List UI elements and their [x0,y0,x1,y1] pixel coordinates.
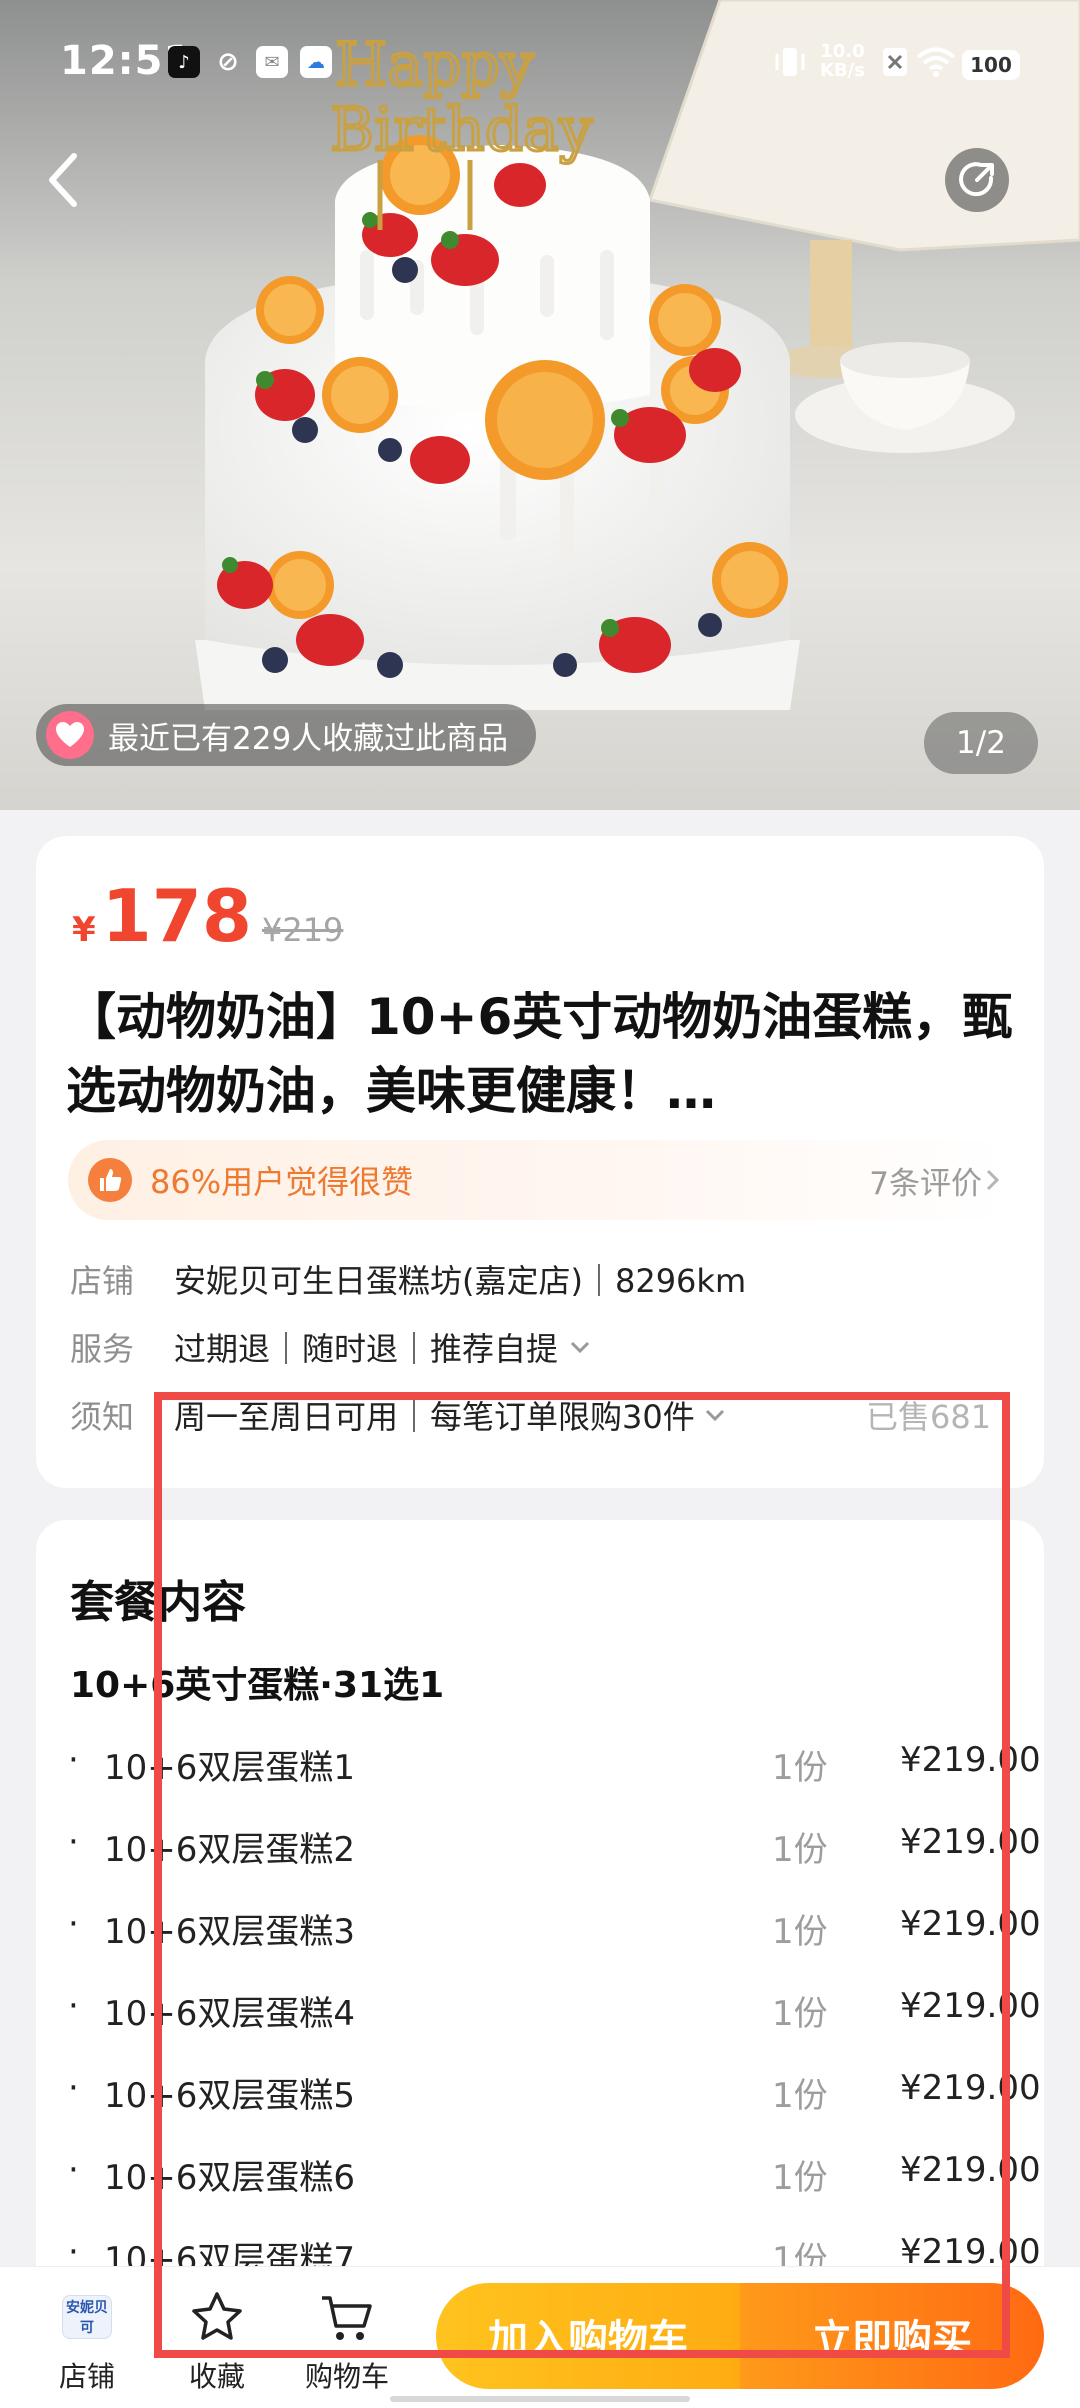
item-name: 10+6双层蛋糕3 [104,1912,356,1952]
cloud-app-icon: ☁ [300,46,332,78]
thumbs-up-icon [88,1158,132,1202]
star-icon [192,2292,242,2340]
chevron-down-icon [705,1409,724,1422]
product-title: 【动物奶油】10+6英寸动物奶油蛋糕，甄选动物奶油，美味更健康！… [66,988,1013,1120]
currency-symbol: ¥ [72,910,96,950]
battery-indicator: 100 [962,50,1020,80]
store-value: 安妮贝可生日蛋糕坊(嘉定店)｜8296km [174,1262,747,1300]
add-to-cart-button[interactable]: 加入购物车 [436,2283,740,2389]
item-name: 10+6双层蛋糕5 [104,2076,356,2116]
bullet: · [68,1740,79,1780]
store-nav-button[interactable]: 安妮贝可 店铺 [32,2285,142,2395]
cart-button[interactable]: 购物车 [292,2285,402,2395]
item-qty: 1份 [772,1912,828,1952]
rating-bar[interactable]: 86%用户觉得很赞 7条评价 [68,1140,1012,1220]
item-qty: 1份 [772,2158,828,2198]
list-item: · 10+6双层蛋糕5 1份 ¥219.00 [68,2068,1044,2124]
item-qty: 1份 [772,1994,828,2034]
store-label: 店铺 [70,1262,135,1300]
heart-icon [46,711,94,759]
item-price: ¥219.00 [900,1904,1041,1944]
tiktok-icon: ♪ [168,46,200,78]
store-row[interactable]: 店铺 安妮贝可生日蛋糕坊(嘉定店)｜8296km [70,1256,746,1302]
reviews-link-label: 7条评价 [869,1165,982,1202]
item-qty: 1份 [772,1830,828,1870]
current-price: 178 [101,874,252,958]
item-name: 10+6双层蛋糕6 [104,2158,356,2198]
bullet: · [68,1822,79,1862]
notice-row[interactable]: 须知 周一至周日可用｜每笔订单限购30件 [70,1392,727,1438]
item-name: 10+6双层蛋糕2 [104,1830,356,1870]
sold-count: 已售681 [866,1398,992,1436]
reviews-link[interactable]: 7条评价 [869,1140,1004,1220]
mail-icon: ✉ [256,46,288,78]
favorite-label: 收藏 [188,2360,245,2393]
list-item: · 10+6双层蛋糕4 1份 ¥219.00 [68,1986,1044,2042]
buy-now-button[interactable]: 立即购买 [740,2283,1044,2389]
chevron-right-icon [986,1169,1000,1191]
home-indicator[interactable] [390,2396,690,2402]
chevron-down-icon [570,1341,590,1354]
original-price: ¥219 [261,911,344,949]
image-page-indicator: 1/2 [924,712,1038,774]
store-nav-label: 店铺 [58,2360,115,2393]
list-item: · 10+6双层蛋糕2 1份 ¥219.00 [68,1822,1044,1878]
network-speed-unit: KB/s [820,60,865,81]
purchase-buttons: 加入购物车 立即购买 [436,2283,1044,2389]
favorite-button[interactable]: 收藏 [162,2285,272,2395]
bullet: · [68,2150,79,2190]
list-item: · 10+6双层蛋糕3 1份 ¥219.00 [68,1904,1044,1960]
item-qty: 1份 [772,2076,828,2116]
service-value: 过期退｜随时退｜推荐自提 [174,1330,559,1368]
network-speed-value: 10.0 [820,41,865,62]
item-price: ¥219.00 [900,2068,1041,2108]
notice-label: 须知 [70,1398,135,1436]
section-title: 套餐内容 [70,1577,246,1628]
item-price: ¥219.00 [900,2150,1041,2190]
share-icon [959,162,994,197]
product-image-carousel[interactable]: Happy Birthday 12:51 ♪ ⊘ ✉ ☁ 10.0 KB/s 1… [0,0,1080,810]
status-bar: 12:51 ♪ ⊘ ✉ ☁ 10.0 KB/s 100 [0,0,1080,130]
vibrate-icon [775,48,805,76]
list-item: · 10+6双层蛋糕6 1份 ¥219.00 [68,2150,1044,2206]
bottom-action-bar: 安妮贝可 店铺 收藏 购物车 加入购物车 立即购买 [0,2266,1080,2408]
item-qty: 1份 [772,1748,828,1788]
bullet: · [68,1986,79,2026]
item-name: 10+6双层蛋糕4 [104,1994,356,2034]
price-row: ¥ 178 ¥219 [72,880,343,952]
item-price: ¥219.00 [900,1986,1041,2026]
store-logo-icon: 安妮贝可 [62,2295,112,2339]
item-price: ¥219.00 [900,1740,1041,1780]
collect-count-banner: 最近已有229人收藏过此商品 [36,704,537,766]
package-name: 10+6英寸蛋糕·31选1 [70,1665,445,1706]
cart-label: 购物车 [304,2360,389,2393]
rating-text: 86%用户觉得很赞 [150,1163,414,1201]
product-info-card: ¥ 178 ¥219 【动物奶油】10+6英寸动物奶油蛋糕，甄选动物奶油，美味更… [36,836,1044,1488]
notice-value: 周一至周日可用｜每笔订单限购30件 [174,1398,695,1436]
service-row[interactable]: 服务 过期退｜随时退｜推荐自提 [70,1324,592,1370]
cart-icon [322,2296,372,2340]
wifi-icon [916,47,956,77]
share-button[interactable] [945,148,1009,212]
bullet: · [68,2068,79,2108]
chevron-left-icon [49,153,77,207]
list-item: · 10+6双层蛋糕1 1份 ¥219.00 [68,1740,1044,1796]
link-icon: ⊘ [217,47,239,77]
sim-off-icon [883,48,907,76]
item-price: ¥219.00 [900,1822,1041,1862]
network-speed: 10.0 KB/s [820,42,865,80]
collect-text: 最近已有229人收藏过此商品 [108,720,509,757]
bullet: · [68,1904,79,1944]
service-label: 服务 [70,1330,135,1368]
back-button[interactable] [38,148,88,212]
item-name: 10+6双层蛋糕1 [104,1748,356,1788]
